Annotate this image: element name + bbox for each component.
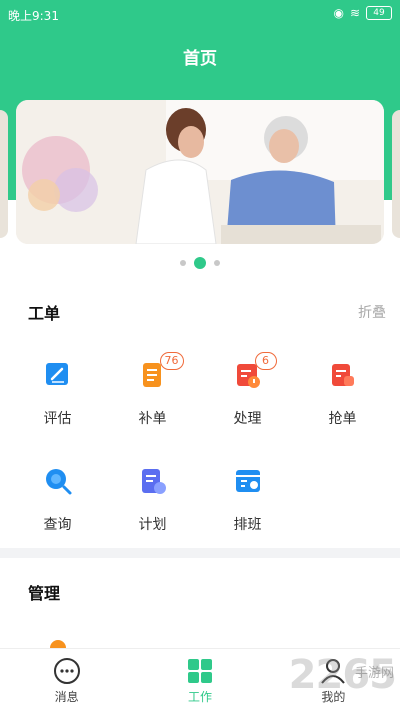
search-icon xyxy=(43,466,73,496)
management-title: 管理 xyxy=(28,584,61,603)
process-icon: 6 xyxy=(233,352,277,390)
banner-illustration xyxy=(16,100,384,244)
edit-icon xyxy=(43,360,73,390)
banner-prev-peek[interactable] xyxy=(0,110,8,238)
work-item-label: 评估 xyxy=(43,411,72,427)
banner-pagination xyxy=(0,257,400,269)
work-item-label: 排班 xyxy=(233,517,262,533)
work-orders-title: 工单 xyxy=(28,304,61,323)
chat-icon xyxy=(53,658,80,684)
work-item-supplement[interactable]: 76 补单 xyxy=(105,340,200,446)
management-item-icon[interactable] xyxy=(50,640,66,648)
work-orders-grid: 评估 76 补单 6 处理 抢单 查询 计划 排班 xyxy=(10,340,390,552)
grab-order-icon xyxy=(328,360,358,390)
work-item-label: 计划 xyxy=(138,517,167,533)
work-item-plan[interactable]: 计划 xyxy=(105,446,200,552)
tab-label: 消息 xyxy=(54,690,79,704)
document-icon: 76 xyxy=(138,352,184,390)
tab-messages[interactable]: 消息 xyxy=(0,649,133,711)
grid-icon xyxy=(187,659,212,683)
tab-work[interactable]: 工作 xyxy=(133,649,266,711)
work-item-label: 查询 xyxy=(43,517,72,533)
work-item-schedule[interactable]: 排班 xyxy=(200,446,295,552)
pagination-dot[interactable] xyxy=(214,260,220,266)
work-item-process[interactable]: 6 处理 xyxy=(200,340,295,446)
badge-count: 76 xyxy=(159,352,184,370)
pagination-dot-active[interactable] xyxy=(194,257,206,269)
tab-label: 工作 xyxy=(187,690,212,704)
work-item-query[interactable]: 查询 xyxy=(10,446,105,552)
work-item-label: 抢单 xyxy=(328,411,357,427)
work-item-label: 处理 xyxy=(233,411,262,427)
watermark-text: 手游网 xyxy=(354,666,394,681)
badge-count: 6 xyxy=(254,352,277,370)
schedule-icon xyxy=(233,466,263,496)
battery-icon: 49 xyxy=(366,6,392,20)
pagination-dot[interactable] xyxy=(180,260,186,266)
work-item-grab[interactable]: 抢单 xyxy=(295,340,390,446)
plan-icon xyxy=(138,466,168,496)
work-item-evaluate[interactable]: 评估 xyxy=(10,340,105,446)
banner-image[interactable] xyxy=(16,100,384,244)
status-bar: 晚上9:31 ◉ ≋ 49 xyxy=(0,0,400,28)
banner-next-peek[interactable] xyxy=(392,110,400,238)
status-time: 晚上9:31 xyxy=(8,9,59,23)
collapse-button[interactable]: 折叠 xyxy=(358,302,386,322)
page-title: 首页 xyxy=(183,49,217,69)
section-divider xyxy=(0,548,400,558)
wifi-icon: ≋ xyxy=(349,6,360,20)
notification-icon: ◉ xyxy=(333,6,344,20)
work-item-label: 补单 xyxy=(138,411,167,427)
